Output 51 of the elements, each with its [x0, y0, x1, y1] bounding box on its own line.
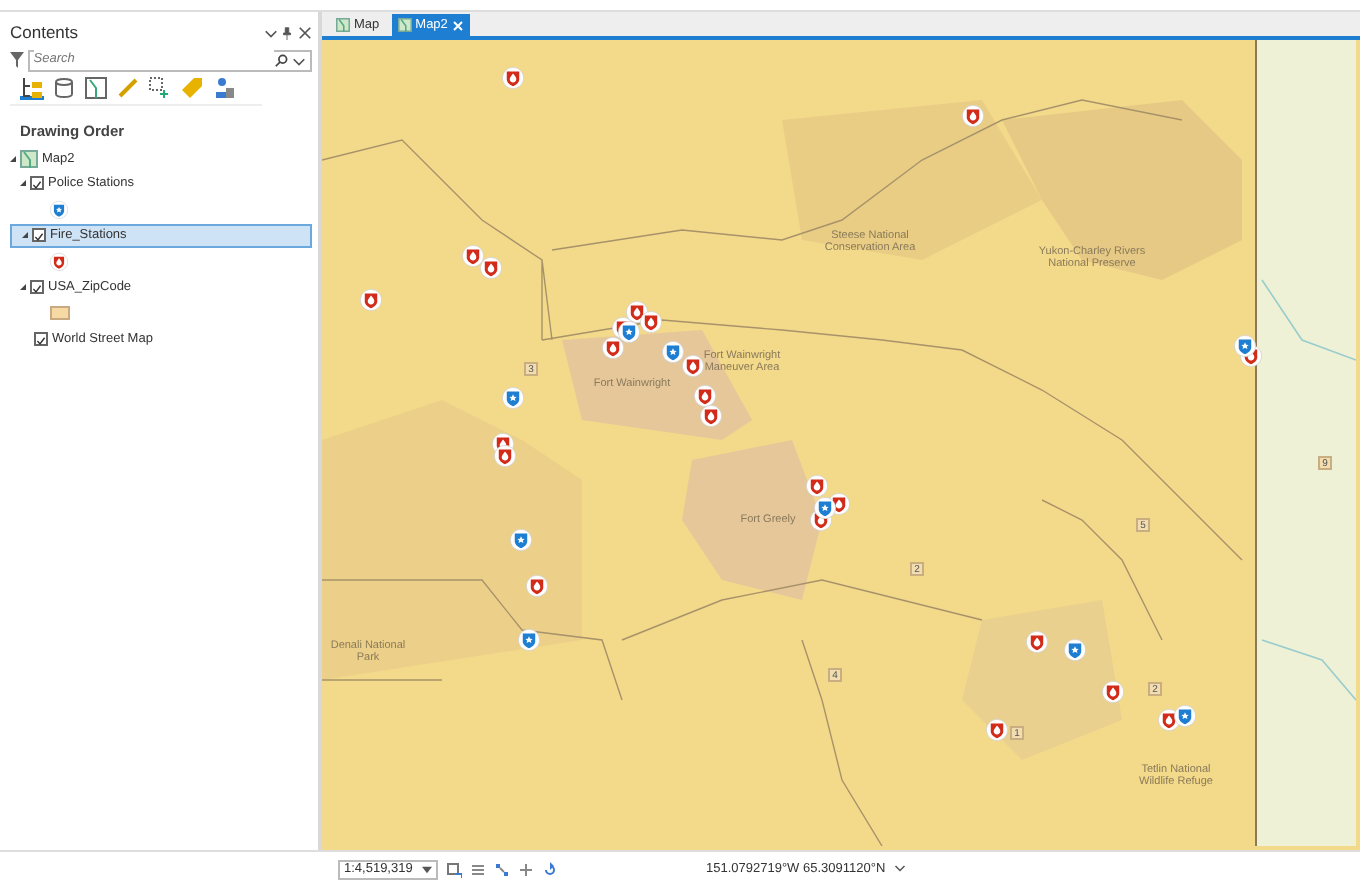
pane-title: Contents: [10, 20, 79, 46]
pin-icon[interactable]: [280, 25, 295, 40]
list-by-drawing-order-icon[interactable]: [20, 75, 44, 99]
dropdown-icon[interactable]: [263, 25, 277, 40]
police-marker-icon: [518, 628, 540, 652]
grid-icon[interactable]: [470, 861, 486, 877]
fire-marker-icon: [1102, 680, 1124, 704]
map-source-icon[interactable]: [84, 75, 108, 99]
fire-marker-icon: [360, 288, 382, 312]
police-marker-icon: [1234, 334, 1256, 358]
checkbox[interactable]: [32, 228, 46, 243]
fire-marker-icon: [806, 474, 828, 498]
fixed-zoom-icon[interactable]: [446, 861, 462, 877]
police-marker-icon: [510, 528, 532, 552]
police-marker-icon: [618, 320, 640, 344]
fire-marker-icon: [494, 444, 516, 468]
checkbox[interactable]: [30, 176, 44, 191]
police-marker-icon: [1064, 638, 1086, 662]
fire-marker-icon: [50, 251, 68, 272]
snap-icon[interactable]: [494, 861, 510, 877]
map-icon: [20, 150, 38, 169]
map-icon: [336, 18, 350, 32]
fire-marker-icon: [480, 256, 502, 280]
police-marker-icon: [1174, 704, 1196, 728]
close-icon[interactable]: [298, 25, 312, 40]
police-marker-icon: [50, 199, 68, 220]
fire-marker-icon: [462, 244, 484, 268]
police-marker-icon: [662, 340, 684, 364]
database-icon[interactable]: [52, 75, 76, 99]
refresh-icon[interactable]: [542, 861, 558, 877]
snapping-icon[interactable]: [212, 75, 236, 99]
fire-marker-icon: [1026, 630, 1048, 654]
fire-marker-icon: [986, 718, 1008, 742]
crosshair-icon[interactable]: [518, 861, 534, 877]
checkbox[interactable]: [30, 280, 44, 295]
filter-icon[interactable]: [10, 52, 24, 68]
search-icon[interactable]: [274, 53, 289, 67]
fire-marker-icon: [682, 354, 704, 378]
fire-marker-icon: [602, 336, 624, 360]
caret-icon[interactable]: [422, 865, 432, 873]
selection-icon[interactable]: [148, 75, 172, 99]
police-marker-icon: [814, 496, 836, 520]
polygon-swatch: [50, 306, 70, 321]
map-icon: [397, 18, 412, 32]
caret-icon[interactable]: [893, 864, 906, 874]
fire-marker-icon: [502, 66, 524, 90]
checkbox[interactable]: [34, 332, 48, 347]
fire-marker-icon: [526, 574, 548, 598]
police-marker-icon: [502, 386, 524, 410]
caret-icon[interactable]: [292, 53, 306, 67]
fire-marker-icon: [962, 104, 984, 128]
